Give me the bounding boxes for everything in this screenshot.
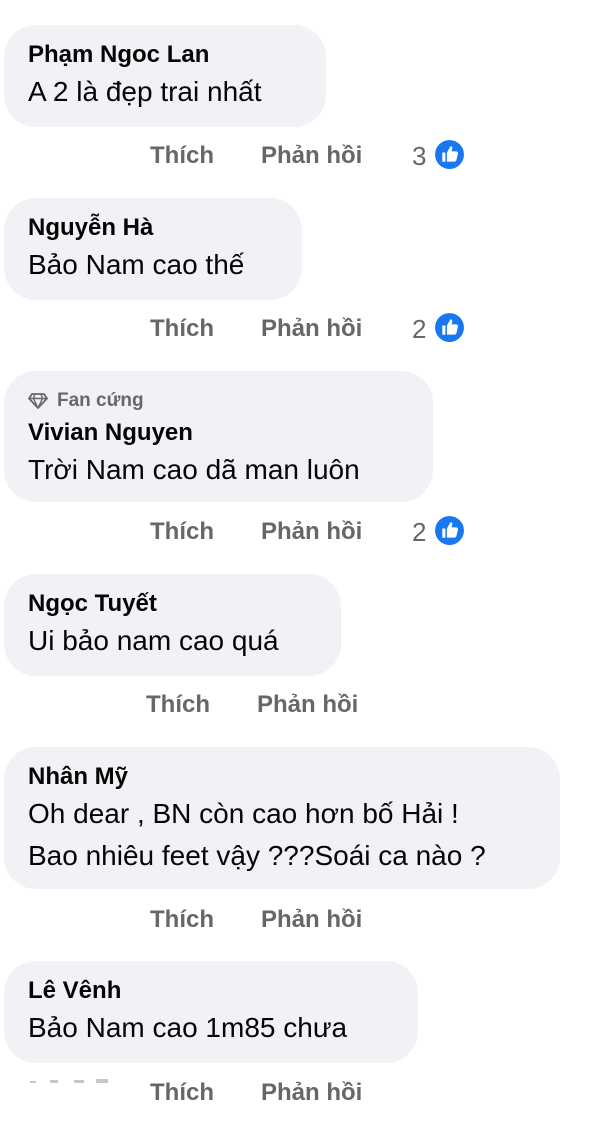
comment: Ngọc Tuyết Ui bảo nam cao quá bbox=[4, 574, 341, 676]
comment: Nhân Mỹ Oh dear , BN còn cao hơn bố Hải … bbox=[4, 747, 560, 889]
comment: Lê Vênh Bảo Nam cao 1m85 chưa bbox=[4, 961, 418, 1063]
reaction-count[interactable]: 3 bbox=[412, 139, 426, 173]
thumbs-up-icon[interactable] bbox=[433, 311, 466, 344]
reply-button[interactable]: Phản hồi bbox=[261, 515, 362, 549]
reaction-count[interactable]: 2 bbox=[412, 312, 426, 346]
comment-bubble: Ngọc Tuyết Ui bảo nam cao quá bbox=[4, 574, 341, 676]
comment-bubble: Nguyễn Hà Bảo Nam cao thế bbox=[4, 198, 302, 300]
comment-text: Bảo Nam cao thế bbox=[28, 249, 245, 280]
comment-bubble: Fan cứng Vivian Nguyen Trời Nam cao dã m… bbox=[4, 371, 433, 502]
reply-button[interactable]: Phản hồi bbox=[261, 1076, 362, 1110]
fan-badge: Fan cứng bbox=[28, 389, 407, 413]
reply-button[interactable]: Phản hồi bbox=[261, 312, 362, 346]
comment-author[interactable]: Phạm Ngoc Lan bbox=[28, 39, 300, 71]
comment-author[interactable]: Nguyễn Hà bbox=[28, 212, 276, 244]
diamond-icon bbox=[28, 393, 48, 409]
comment-author[interactable]: Nhân Mỹ bbox=[28, 761, 534, 793]
comment-author[interactable]: Ngọc Tuyết bbox=[28, 588, 315, 620]
comment-author[interactable]: Vivian Nguyen bbox=[28, 417, 407, 449]
comment-text: Ui bảo nam cao quá bbox=[28, 625, 279, 656]
thumbs-up-icon[interactable] bbox=[433, 138, 466, 171]
comment-text: Bảo Nam cao 1m85 chưa bbox=[28, 1012, 348, 1043]
badge-label: Fan cứng bbox=[57, 390, 144, 411]
comment-bubble: Nhân Mỹ Oh dear , BN còn cao hơn bố Hải … bbox=[4, 747, 560, 889]
comment-text: Trời Nam cao dã man luôn bbox=[28, 454, 360, 485]
like-button[interactable]: Thích bbox=[146, 688, 210, 722]
like-button[interactable]: Thích bbox=[150, 903, 214, 937]
comment: Nguyễn Hà Bảo Nam cao thế bbox=[4, 198, 302, 300]
comment-bubble: Phạm Ngoc Lan A 2 là đẹp trai nhất bbox=[4, 25, 326, 127]
comment-text: Oh dear , BN còn cao hơn bố Hải ! bbox=[28, 798, 459, 829]
reply-button[interactable]: Phản hồi bbox=[261, 139, 362, 173]
like-button[interactable]: Thích bbox=[150, 139, 214, 173]
cropped-text-fragment bbox=[30, 1079, 108, 1083]
comment-author[interactable]: Lê Vênh bbox=[28, 975, 392, 1007]
like-button[interactable]: Thích bbox=[150, 312, 214, 346]
reply-button[interactable]: Phản hồi bbox=[257, 688, 358, 722]
thumbs-up-icon[interactable] bbox=[433, 514, 466, 547]
like-button[interactable]: Thích bbox=[150, 515, 214, 549]
reply-button[interactable]: Phản hồi bbox=[261, 903, 362, 937]
reaction-count[interactable]: 2 bbox=[412, 515, 426, 549]
comment-text: Bao nhiêu feet vậy ???Soái ca nào ? bbox=[28, 840, 486, 871]
comment-bubble: Lê Vênh Bảo Nam cao 1m85 chưa bbox=[4, 961, 418, 1063]
comment-text: A 2 là đẹp trai nhất bbox=[28, 76, 262, 107]
comment: Phạm Ngoc Lan A 2 là đẹp trai nhất bbox=[4, 25, 326, 127]
comment: Fan cứng Vivian Nguyen Trời Nam cao dã m… bbox=[4, 371, 433, 502]
like-button[interactable]: Thích bbox=[150, 1076, 214, 1110]
